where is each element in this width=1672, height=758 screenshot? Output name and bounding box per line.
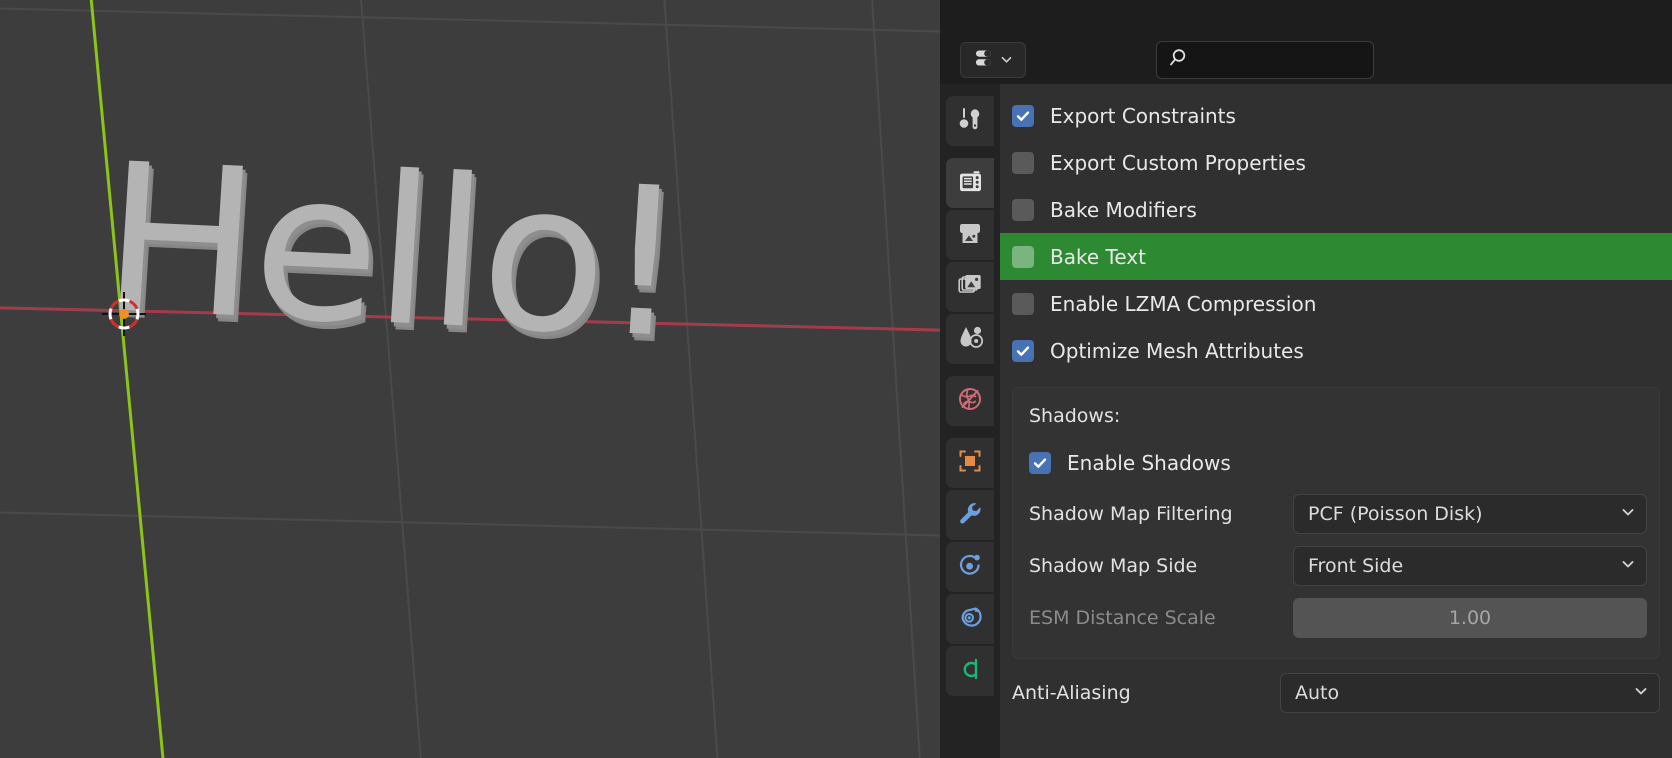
number-value: 1.00	[1448, 607, 1492, 629]
tab-scene[interactable]	[946, 314, 994, 364]
render-camera-icon	[956, 167, 985, 200]
search-input[interactable]	[1156, 41, 1374, 79]
option-row-enable-lzma-compression[interactable]: Enable LZMA Compression	[1000, 280, 1672, 327]
tab-data-font[interactable]	[946, 646, 994, 696]
option-row-export-custom-properties[interactable]: Export Custom Properties	[1000, 139, 1672, 186]
option-label: Export Constraints	[1050, 103, 1236, 128]
output-printer-icon	[956, 219, 984, 251]
checkbox-bake-modifiers[interactable]	[1012, 198, 1034, 221]
3d-cursor-icon[interactable]	[102, 292, 146, 336]
option-row-export-constraints[interactable]: Export Constraints	[1000, 92, 1672, 139]
dropdown-value: PCF (Poisson Disk)	[1308, 503, 1483, 525]
tab-tool[interactable]	[946, 96, 994, 146]
tab-modifiers[interactable]	[946, 490, 994, 540]
dropdown-shadow-map-side[interactable]: Front Side	[1293, 546, 1647, 586]
chevron-down-icon	[1620, 556, 1636, 576]
tab-world[interactable]	[946, 376, 994, 426]
text-object-hello[interactable]: Hello!	[97, 120, 689, 384]
option-label: Export Custom Properties	[1050, 150, 1306, 175]
option-label: Bake Modifiers	[1050, 197, 1197, 222]
field-label: Anti-Aliasing	[1012, 682, 1131, 704]
option-row-enable-shadows[interactable]: Enable Shadows	[1013, 438, 1659, 488]
field-label: Shadow Map Filtering	[1029, 503, 1233, 525]
dropdown-shadow-map-filtering[interactable]: PCF (Poisson Disk)	[1293, 494, 1647, 534]
view-layer-images-icon	[956, 271, 984, 303]
field-row-anti-aliasing: Anti-Aliasing Auto	[1000, 667, 1672, 719]
field-label: ESM Distance Scale	[1029, 607, 1216, 629]
chevron-down-icon	[1000, 51, 1013, 70]
dropdown-value: Front Side	[1308, 555, 1404, 577]
checkbox-optimize-mesh-attributes[interactable]	[1012, 339, 1034, 362]
blender-window: Hello! Export Constraints Export Custom …	[0, 0, 1672, 758]
option-label: Optimize Mesh Attributes	[1050, 338, 1304, 363]
physics-teardrop-icon	[956, 603, 984, 635]
particles-atom-icon	[956, 551, 984, 583]
axis-y-line	[86, 0, 167, 758]
tab-output[interactable]	[946, 210, 994, 260]
properties-editor: Export Constraints Export Custom Propert…	[940, 0, 1672, 758]
shadows-panel-title: Shadows:	[1029, 405, 1121, 427]
option-label: Bake Text	[1050, 244, 1146, 269]
field-row-esm-distance-scale: ESM Distance Scale 1.00	[1013, 592, 1659, 644]
wrench-icon	[956, 499, 984, 531]
field-row-shadow-map-side: Shadow Map Side Front Side	[1013, 540, 1659, 592]
shadows-panel: Shadows: Enable Shadows Shadow Map Filte…	[1012, 387, 1660, 659]
checkbox-bake-text[interactable]	[1012, 245, 1034, 268]
field-row-shadow-map-filtering: Shadow Map Filtering PCF (Poisson Disk)	[1013, 488, 1659, 540]
field-label: Shadow Map Side	[1029, 555, 1198, 577]
option-label: Enable LZMA Compression	[1050, 291, 1317, 316]
option-row-optimize-mesh-attributes[interactable]: Optimize Mesh Attributes	[1000, 327, 1672, 374]
checkbox-export-constraints[interactable]	[1012, 104, 1034, 127]
tool-icon	[957, 106, 984, 137]
grid-line	[357, 0, 425, 758]
checkbox-enable-lzma-compression[interactable]	[1012, 292, 1034, 315]
editor-top-strip	[940, 0, 1672, 36]
chevron-down-icon	[1633, 683, 1649, 703]
number-field-esm-distance-scale[interactable]: 1.00	[1293, 598, 1647, 638]
font-data-a-icon	[955, 654, 985, 688]
dropdown-anti-aliasing[interactable]: Auto	[1280, 673, 1660, 713]
tab-view-layer[interactable]	[946, 262, 994, 312]
world-globe-icon	[956, 385, 984, 417]
tab-render[interactable]	[946, 158, 994, 208]
scene-cone-icon	[956, 323, 984, 355]
properties-editor-icon	[973, 46, 997, 74]
object-square-icon	[956, 447, 984, 479]
dropdown-value: Auto	[1295, 682, 1340, 704]
checkbox-enable-shadows[interactable]	[1029, 452, 1051, 474]
option-row-bake-text[interactable]: Bake Text	[1000, 233, 1672, 280]
grid-line	[868, 0, 924, 758]
search-field[interactable]	[1195, 50, 1365, 70]
checkbox-export-custom-properties[interactable]	[1012, 151, 1034, 174]
tab-object[interactable]	[946, 438, 994, 488]
tab-physics[interactable]	[946, 594, 994, 644]
option-label: Enable Shadows	[1067, 451, 1231, 475]
3d-viewport[interactable]: Hello!	[0, 0, 940, 758]
grid-line	[0, 6, 940, 35]
option-row-bake-modifiers[interactable]: Bake Modifiers	[1000, 186, 1672, 233]
tab-particles[interactable]	[946, 542, 994, 592]
properties-header	[940, 36, 1672, 84]
properties-body: Export Constraints Export Custom Propert…	[1000, 84, 1672, 758]
editor-type-button[interactable]	[960, 42, 1026, 78]
search-icon	[1167, 47, 1189, 73]
properties-tab-rail	[940, 84, 1000, 758]
chevron-down-icon	[1620, 504, 1636, 524]
